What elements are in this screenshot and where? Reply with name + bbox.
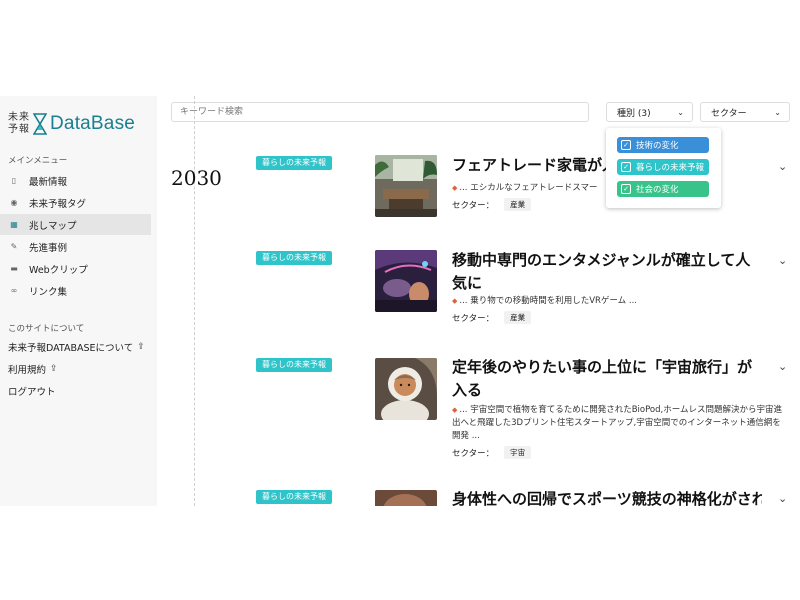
- sidebar-item-label: Webクリップ: [29, 264, 88, 276]
- sidebar-item-label: 先進事例: [29, 242, 68, 254]
- sidebar-item-webclip[interactable]: ▬ Webクリップ: [0, 258, 151, 279]
- card-excerpt: ◆... 乗り物での移動時間を利用したVRゲーム ...: [452, 295, 778, 308]
- link-icon: ∞: [10, 286, 18, 295]
- sidebar-item-label: 兆しマップ: [29, 220, 77, 232]
- category-tag[interactable]: 暮らしの未来予報: [256, 490, 332, 504]
- category-tag[interactable]: 暮らしの未来予報: [256, 358, 332, 372]
- sidebar-item-links[interactable]: ∞ リンク集: [0, 280, 151, 301]
- sidebar: 未来 予報 DataBase メインメニュー ▯ 最新情報 ◉ 未来予報タグ ▦…: [0, 96, 157, 506]
- option-tech-change[interactable]: ✓ 技術の変化: [617, 137, 709, 153]
- sidebar-item-tags[interactable]: ◉ 未来予報タグ: [0, 192, 151, 213]
- clip-icon: ▬: [10, 264, 18, 273]
- hourglass-logo-icon: [33, 113, 47, 135]
- logo-kanji-line1: 未来: [8, 112, 30, 123]
- card-thumbnail[interactable]: [375, 358, 437, 420]
- card-sector: セクター： 産業: [452, 311, 532, 324]
- card-excerpt-text: ... 宇宙空間で植物を育てるために開発されたBioPod,ホームレス問題解決か…: [452, 405, 782, 441]
- sidebar-item-label: リンク集: [29, 286, 68, 298]
- checkbox-checked-icon: ✓: [621, 184, 631, 194]
- external-link-icon: ⇪: [50, 364, 58, 374]
- search-input[interactable]: [171, 102, 589, 122]
- option-label: 暮らしの未来予報: [636, 163, 705, 173]
- source-icon: ◆: [452, 406, 458, 414]
- sidebar-item-latest[interactable]: ▯ 最新情報: [0, 170, 151, 191]
- sidebar-item-label: 未来予報DATABASEについて: [8, 343, 134, 354]
- timeline-line: [194, 96, 195, 506]
- sidebar-item-label: ログアウト: [8, 387, 56, 398]
- vr-car-interior-image: [375, 250, 437, 312]
- card-sector: セクター： 宇宙: [452, 446, 532, 459]
- option-social-change[interactable]: ✓ 社会の変化: [617, 181, 709, 197]
- logo-kanji-line2: 予報: [8, 124, 30, 135]
- sector-dropdown-label: セクター: [711, 108, 747, 119]
- sidebar-item-logout[interactable]: ログアウト: [8, 384, 56, 398]
- category-dropdown[interactable]: 種別 (3) ⌄: [606, 102, 693, 122]
- expand-chevron-icon[interactable]: ⌄: [778, 492, 787, 505]
- category-tag[interactable]: 暮らしの未来予報: [256, 156, 332, 170]
- sidebar-item-label: 利用規約: [8, 365, 47, 376]
- card-excerpt-text: ... 乗り物での移動時間を利用したVRゲーム ...: [459, 296, 637, 306]
- site-logo[interactable]: 未来 予報 DataBase: [8, 112, 135, 136]
- news-icon: ▯: [11, 176, 17, 185]
- sector-label: セクター：: [452, 200, 495, 211]
- eye-icon: ◉: [10, 198, 18, 207]
- logo-kanji: 未来 予報: [8, 112, 30, 136]
- checkbox-checked-icon: ✓: [621, 162, 631, 172]
- category-tag[interactable]: 暮らしの未来予報: [256, 251, 332, 265]
- timeline-year: 2030: [171, 166, 222, 190]
- source-icon: ◆: [452, 184, 458, 192]
- app-window: 未来 予報 DataBase メインメニュー ▯ 最新情報 ◉ 未来予報タグ ▦…: [0, 96, 800, 506]
- source-icon: ◆: [452, 297, 458, 305]
- chevron-down-icon: ⌄: [677, 107, 684, 117]
- expand-chevron-icon[interactable]: ⌄: [778, 254, 787, 267]
- option-label: 技術の変化: [636, 141, 679, 151]
- sector-chip[interactable]: 産業: [504, 198, 532, 211]
- map-icon: ▦: [10, 220, 18, 229]
- card-thumbnail[interactable]: [375, 490, 437, 506]
- category-options-panel: ✓ 技術の変化 ✓ 暮らしの未来予報 ✓ 社会の変化: [606, 128, 721, 208]
- card-title[interactable]: 移動中専門のエンタメジャンルが確立して人気に: [452, 249, 762, 295]
- sidebar-item-map[interactable]: ▦ 兆しマップ: [0, 214, 151, 235]
- expand-chevron-icon[interactable]: ⌄: [778, 160, 787, 173]
- sector-dropdown[interactable]: セクター ⌄: [700, 102, 790, 122]
- main-menu-title: メインメニュー: [8, 156, 68, 166]
- astronaut-image: [375, 358, 437, 420]
- card-title[interactable]: 身体性への回帰でスポーツ競技の神格化がされ: [452, 488, 762, 506]
- living-room-image: [375, 155, 437, 217]
- sector-chip[interactable]: 宇宙: [504, 446, 532, 459]
- athlete-image: [375, 490, 437, 506]
- sector-chip[interactable]: 産業: [504, 311, 532, 324]
- card-sector: セクター： 産業: [452, 198, 532, 211]
- card-title[interactable]: 定年後のやりたい事の上位に「宇宙旅行」が入る: [452, 356, 762, 402]
- external-link-icon: ⇪: [137, 342, 145, 352]
- card-excerpt: ◆... 宇宙空間で植物を育てるために開発されたBioPod,ホームレス問題解決…: [452, 404, 782, 443]
- option-label: 社会の変化: [636, 185, 679, 195]
- sidebar-item-label: 未来予報タグ: [29, 198, 87, 210]
- pen-icon: ✎: [10, 242, 18, 251]
- sidebar-item-cases[interactable]: ✎ 先進事例: [0, 236, 151, 257]
- about-menu-title: このサイトについて: [8, 324, 85, 334]
- expand-chevron-icon[interactable]: ⌄: [778, 360, 787, 373]
- card-thumbnail[interactable]: [375, 250, 437, 312]
- chevron-down-icon: ⌄: [774, 107, 781, 117]
- checkbox-checked-icon: ✓: [621, 140, 631, 150]
- sidebar-item-about[interactable]: 未来予報DATABASEについて ⇪: [8, 340, 145, 354]
- category-dropdown-label: 種別 (3): [617, 108, 651, 119]
- sector-label: セクター：: [452, 313, 495, 324]
- card-excerpt-text: ... エシカルなフェアトレードスマー: [459, 183, 598, 193]
- option-future-living[interactable]: ✓ 暮らしの未来予報: [617, 159, 709, 175]
- sidebar-item-label: 最新情報: [29, 176, 68, 188]
- logo-text: DataBase: [50, 113, 136, 134]
- sector-label: セクター：: [452, 448, 495, 459]
- card-thumbnail[interactable]: [375, 155, 437, 217]
- sidebar-item-terms[interactable]: 利用規約 ⇪: [8, 362, 58, 376]
